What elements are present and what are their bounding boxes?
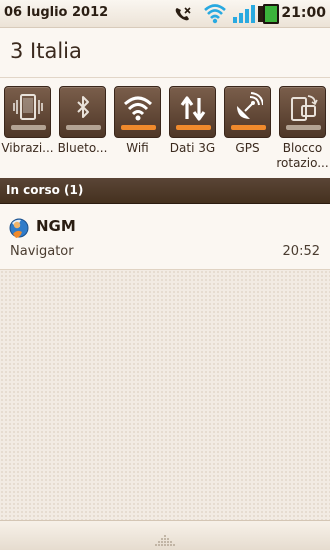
toggle-bluetooth-button[interactable] bbox=[59, 86, 106, 138]
toggle-vibration[interactable]: Vibrazi... bbox=[0, 86, 55, 176]
toggle-bluetooth-indicator bbox=[66, 125, 101, 130]
close-drag-handle[interactable] bbox=[0, 520, 330, 550]
vibrate-icon bbox=[13, 94, 43, 120]
toggle-gps-button[interactable] bbox=[224, 86, 271, 138]
toggle-vibration-indicator bbox=[11, 125, 46, 130]
toggle-rotation-lock-button[interactable] bbox=[279, 86, 326, 138]
toggle-bluetooth[interactable]: Blueto... bbox=[55, 86, 110, 176]
wifi-icon bbox=[123, 96, 153, 121]
gps-satellite-icon bbox=[237, 92, 263, 119]
grip-icon bbox=[153, 531, 177, 550]
toggle-wifi[interactable]: Wifi bbox=[110, 86, 165, 176]
notification-time: 20:52 bbox=[282, 244, 320, 259]
toggle-vibration-label: Vibrazi... bbox=[1, 141, 54, 155]
toggle-mobile-data-button[interactable] bbox=[169, 86, 216, 138]
carrier-bar: 3 Italia bbox=[0, 28, 330, 78]
notification-title: NGM bbox=[36, 217, 76, 235]
notification-text: Navigator bbox=[10, 244, 74, 259]
toggle-wifi-indicator bbox=[121, 125, 156, 130]
toggle-rotation-lock[interactable]: Blocco rotazio... bbox=[275, 86, 330, 176]
data-transfer-icon bbox=[180, 96, 206, 121]
toggle-mobile-data-indicator bbox=[176, 125, 211, 130]
missed-call-icon bbox=[174, 6, 192, 26]
rotation-lock-icon bbox=[291, 95, 318, 121]
toggle-gps-indicator bbox=[231, 125, 266, 130]
cell-signal-icon bbox=[232, 4, 256, 28]
status-time: 21:00 bbox=[281, 5, 326, 21]
ongoing-section-header: In corso (1) bbox=[0, 178, 330, 204]
ngm-navigator-icon bbox=[8, 216, 30, 246]
toggle-bluetooth-label: Blueto... bbox=[57, 141, 108, 155]
notification-empty-area bbox=[0, 270, 330, 520]
toggle-mobile-data[interactable]: Dati 3G bbox=[165, 86, 220, 176]
bluetooth-icon bbox=[77, 96, 89, 118]
toggle-rotation-lock-label: Blocco rotazio... bbox=[276, 141, 329, 170]
quick-settings-toggles: Vibrazi... Blueto... Wifi Dati 3G GPS Bl… bbox=[0, 78, 330, 178]
toggle-gps-label: GPS bbox=[235, 141, 260, 155]
toggle-gps[interactable]: GPS bbox=[220, 86, 275, 176]
carrier-name: 3 Italia bbox=[10, 39, 82, 63]
toggle-mobile-data-label: Dati 3G bbox=[169, 141, 216, 155]
toggle-wifi-label: Wifi bbox=[126, 141, 149, 155]
notification-item[interactable]: NGM Navigator 20:52 bbox=[0, 204, 330, 270]
section-title: In corso (1) bbox=[6, 183, 84, 197]
toggle-rotation-lock-indicator bbox=[286, 125, 321, 130]
status-bar: 06 luglio 2012 21:00 bbox=[0, 0, 330, 28]
battery-icon bbox=[257, 3, 281, 29]
wifi-signal-icon bbox=[203, 2, 227, 28]
toggle-wifi-button[interactable] bbox=[114, 86, 161, 138]
status-date: 06 luglio 2012 bbox=[4, 5, 109, 20]
toggle-vibration-button[interactable] bbox=[4, 86, 51, 138]
